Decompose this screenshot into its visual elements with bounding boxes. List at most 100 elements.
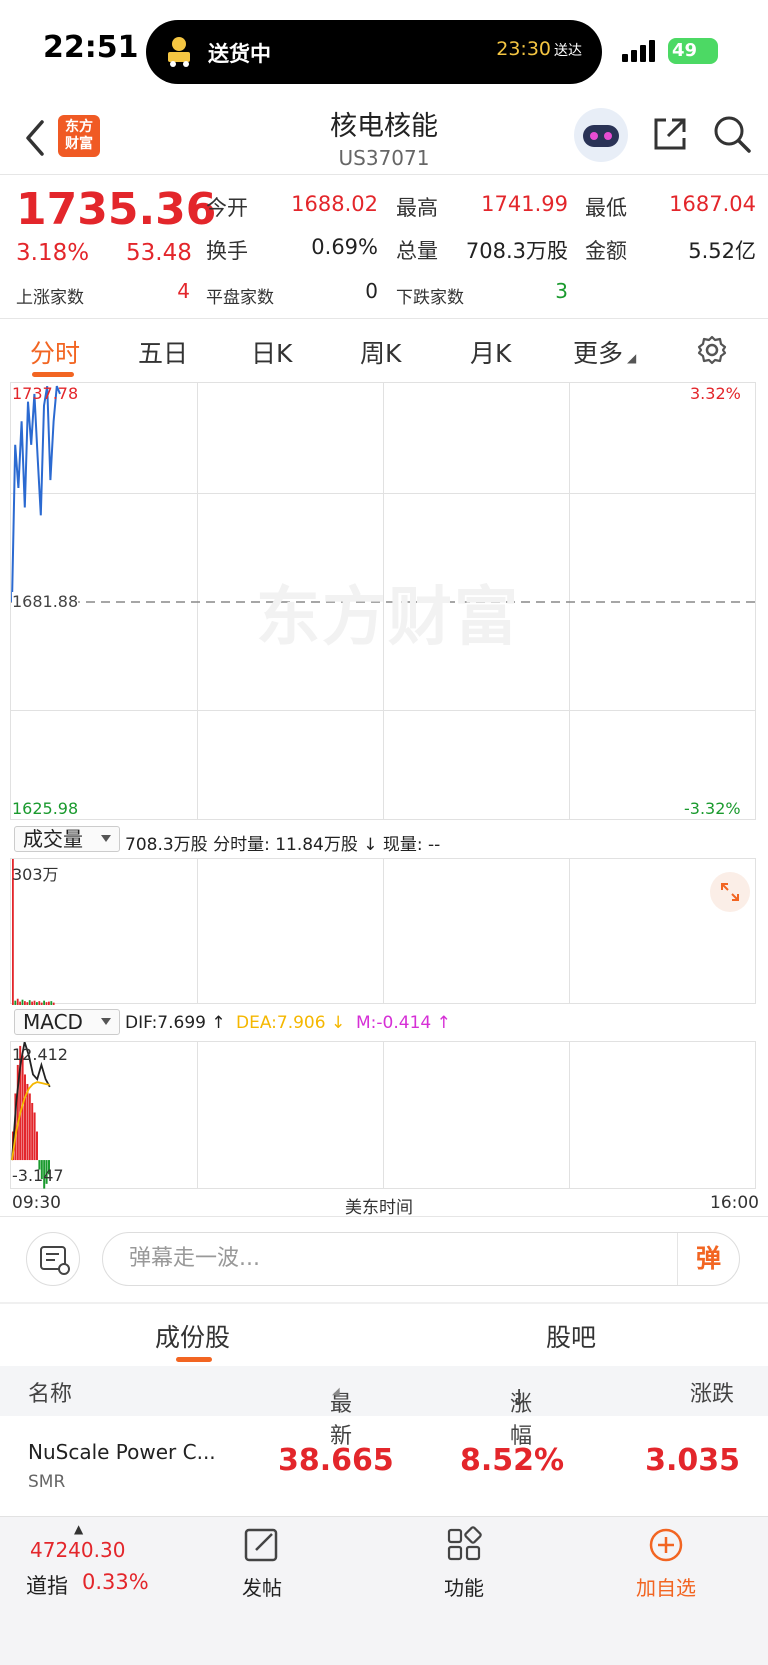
turnover-label: 换手 [206,239,248,263]
chart-divider [0,1216,768,1217]
robot-face-icon [583,125,619,147]
macd-bar [31,1102,34,1161]
pct-bottom-label: -3.32% [684,799,741,818]
low-value: 1687.04 [669,192,756,216]
time-axis-start: 09:30 [12,1193,61,1213]
stock-latest: 38.665 [278,1443,394,1478]
turnover-value: 0.69% [311,235,378,259]
change-value: 53.48 [126,240,192,266]
volume-bar [50,1001,53,1005]
tab-forum[interactable]: 股吧 [546,1318,596,1354]
price-line [11,385,61,602]
functions-label: 功能 [444,1576,484,1600]
add-watchlist-button[interactable] [646,1526,686,1564]
time-axis-end: 16:00 [710,1193,759,1213]
volume-max-label: 303万 [12,865,59,884]
volume-bar [14,1000,17,1005]
volume-bar [24,1001,26,1005]
danmaku-placeholder: 弹幕走一波... [129,1246,260,1271]
open-value: 1688.02 [291,192,378,216]
index-name: 道指 [26,1574,68,1598]
caret-down-icon [101,835,111,842]
macd-bar [24,1074,26,1161]
index-percent: 0.33% [82,1570,149,1594]
advancers-label: 上涨家数 [16,288,84,308]
delivery-icon [164,34,198,68]
functions-button[interactable] [444,1526,484,1564]
tab-more[interactable]: 更多 ◢ [573,334,636,370]
volume-bar [52,1002,55,1005]
section-divider [0,1302,768,1304]
tab-daily-k[interactable]: 日K [251,334,292,370]
chart-settings-button[interactable] [696,334,728,370]
header-divider [0,174,768,175]
stock-change: 3.035 [645,1443,740,1478]
tab-active-indicator [32,372,74,377]
tab-weekly-k[interactable]: 周K [360,334,401,370]
time-axis-label: 美东时间 [345,1198,413,1218]
col-name[interactable]: 名称 [28,1376,72,1408]
search-button[interactable] [712,114,752,158]
delivery-status-text: 送货中 [208,42,271,66]
caret-down-icon [101,1018,111,1025]
expand-chart-button[interactable] [710,872,750,912]
danmaku-settings-button[interactable] [26,1232,80,1286]
col-change[interactable]: 涨跌 [690,1376,734,1408]
volume-bar [19,1001,21,1005]
volume-bar [40,1002,43,1005]
tab-more-label: 更多 [573,339,624,368]
price-mid-label: 1681.88 [12,592,79,611]
last-price: 1735.36 [16,184,217,235]
tab-monthly-k[interactable]: 月K [470,334,511,370]
caret-up-icon: ▲ [74,1522,84,1536]
macd-chart[interactable] [10,1041,756,1189]
tab-constituents[interactable]: 成份股 [155,1318,230,1354]
volume-bar [38,1001,41,1005]
watermark-logo: 东方财富 [256,581,520,655]
dynamic-island-delivery[interactable]: 送货中 23:30 送达 [146,20,602,84]
price-bottom-label: 1625.98 [12,799,79,818]
post-button[interactable] [242,1526,282,1564]
macd-bar [28,1093,31,1161]
volume-bar [45,1002,48,1005]
macd-bar [36,1131,38,1161]
volume-label: 总量 [396,239,438,263]
ai-assistant-avatar[interactable] [574,108,628,162]
macd-plot [11,1042,51,1189]
danmaku-toggle-button[interactable]: 弹 [677,1233,739,1285]
macd-bar [33,1112,36,1161]
danmaku-toggle-label: 弹 [695,1244,721,1273]
stock-name: NuScale Power C... [28,1440,216,1464]
tab-5day[interactable]: 五日 [138,334,188,370]
macd-m: M:-0.414 ↑ [356,1013,451,1033]
macd-dif: DIF:7.699 ↑ [125,1013,226,1033]
share-button[interactable] [650,114,690,158]
signal-icon [622,40,658,62]
unchanged-value: 0 [365,279,378,303]
decliners-label: 下跌家数 [396,288,464,308]
macd-indicator-select[interactable]: MACD [14,1009,120,1035]
quote-divider [0,318,768,319]
volume-chart[interactable] [10,858,756,1005]
post-label: 发帖 [242,1576,282,1600]
amount-label: 金额 [585,239,627,263]
danmaku-input[interactable]: 弹幕走一波... 弹 [102,1232,740,1286]
volume-info: 708.3万股 分时量: 11.84万股 ↓ 现量: -- [125,835,441,855]
caret-down-icon: ◢ [627,351,637,365]
macd-bottom-label: -3.147 [12,1166,64,1185]
volume-bar [33,1000,36,1005]
volume-select-label: 成交量 [23,827,83,851]
change-percent: 3.18% [16,240,90,266]
section-tab-indicator [176,1357,212,1362]
share-icon [654,118,686,150]
stock-code: SMR [28,1472,66,1492]
volume-bar [28,1000,31,1005]
sort-icon: ◢ [332,1386,340,1397]
decliners-value: 3 [555,279,568,303]
edit-icon [244,1528,278,1562]
tab-intraday[interactable]: 分时 [30,334,80,370]
volume-indicator-select[interactable]: 成交量 [14,826,120,852]
macd-dea: DEA:7.906 ↓ [236,1013,346,1033]
status-time: 22:51 [43,30,139,65]
index-value[interactable]: 47240.30 [30,1538,125,1562]
